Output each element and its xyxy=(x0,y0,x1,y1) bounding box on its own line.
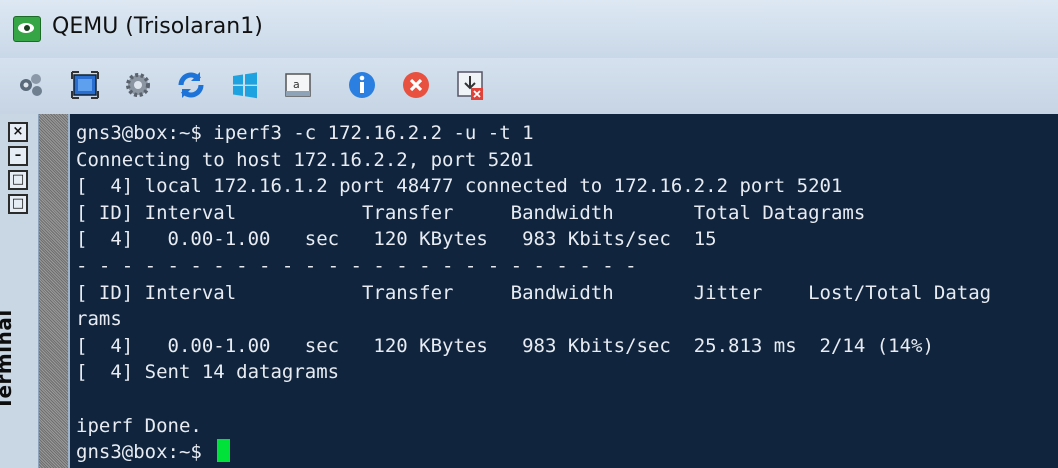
fullscreen-icon[interactable] xyxy=(68,68,102,102)
prompt-text: gns3@box:~$ xyxy=(76,441,214,464)
reload-icon[interactable] xyxy=(174,68,208,102)
stop-icon[interactable] xyxy=(399,68,433,102)
terminal-line: gns3@box:~$ iperf3 -c 172.16.2.2 -u -t 1 xyxy=(76,122,534,144)
info-icon[interactable] xyxy=(345,68,379,102)
terminal-line: [ ID] Interval Transfer Bandwidth Total … xyxy=(76,201,866,224)
terminal-line: Connecting to host 172.16.2.2, port 5201 xyxy=(76,148,534,171)
terminal-prompt-line: gns3@box:~$ xyxy=(76,439,991,466)
settings-gear-icon[interactable] xyxy=(121,68,155,102)
terminal-output[interactable]: gns3@box:~$ iperf3 -c 172.16.2.2 -u -t 1… xyxy=(68,114,1058,468)
terminal-cursor xyxy=(217,439,231,463)
terminal-line: [ 4] 0.00-1.00 sec 120 KBytes 983 Kbits/… xyxy=(76,334,934,357)
console-icon[interactable]: a xyxy=(281,68,315,102)
network-icon[interactable] xyxy=(15,68,49,102)
pane-resize-handle[interactable] xyxy=(39,114,68,468)
close-pane-button[interactable]: × xyxy=(8,122,28,142)
terminal-side-tab: × – □ □ Terminal xyxy=(0,114,39,468)
restore-pane-button[interactable]: □ xyxy=(8,170,28,190)
minimize-pane-button[interactable]: – xyxy=(8,146,28,166)
terminal-line: [ 4] Sent 14 datagrams xyxy=(76,361,340,384)
window-title: QEMU (Trisolaran1) xyxy=(52,14,263,39)
save-exit-icon[interactable] xyxy=(453,68,487,102)
terminal-line: iperf Done. xyxy=(76,414,202,437)
terminal-line: rams xyxy=(76,308,122,331)
terminal-tab-label[interactable]: Terminal xyxy=(0,309,16,410)
windows-icon[interactable] xyxy=(228,68,262,102)
terminal-line: [ 4] 0.00-1.00 sec 120 KBytes 983 Kbits/… xyxy=(76,228,717,251)
terminal-line: [ 4] local 172.16.1.2 port 48477 connect… xyxy=(76,175,843,198)
maximize-pane-button[interactable]: □ xyxy=(8,194,28,214)
window-title-bar: QEMU (Trisolaran1) xyxy=(0,0,1058,58)
svg-text:a: a xyxy=(293,78,300,91)
terminal-line: - - - - - - - - - - - - - - - - - - - - … xyxy=(76,254,637,277)
qemu-app-icon xyxy=(13,16,41,42)
toolbar: a xyxy=(0,58,1058,114)
terminal-line: [ ID] Interval Transfer Bandwidth Jitter… xyxy=(76,281,992,304)
